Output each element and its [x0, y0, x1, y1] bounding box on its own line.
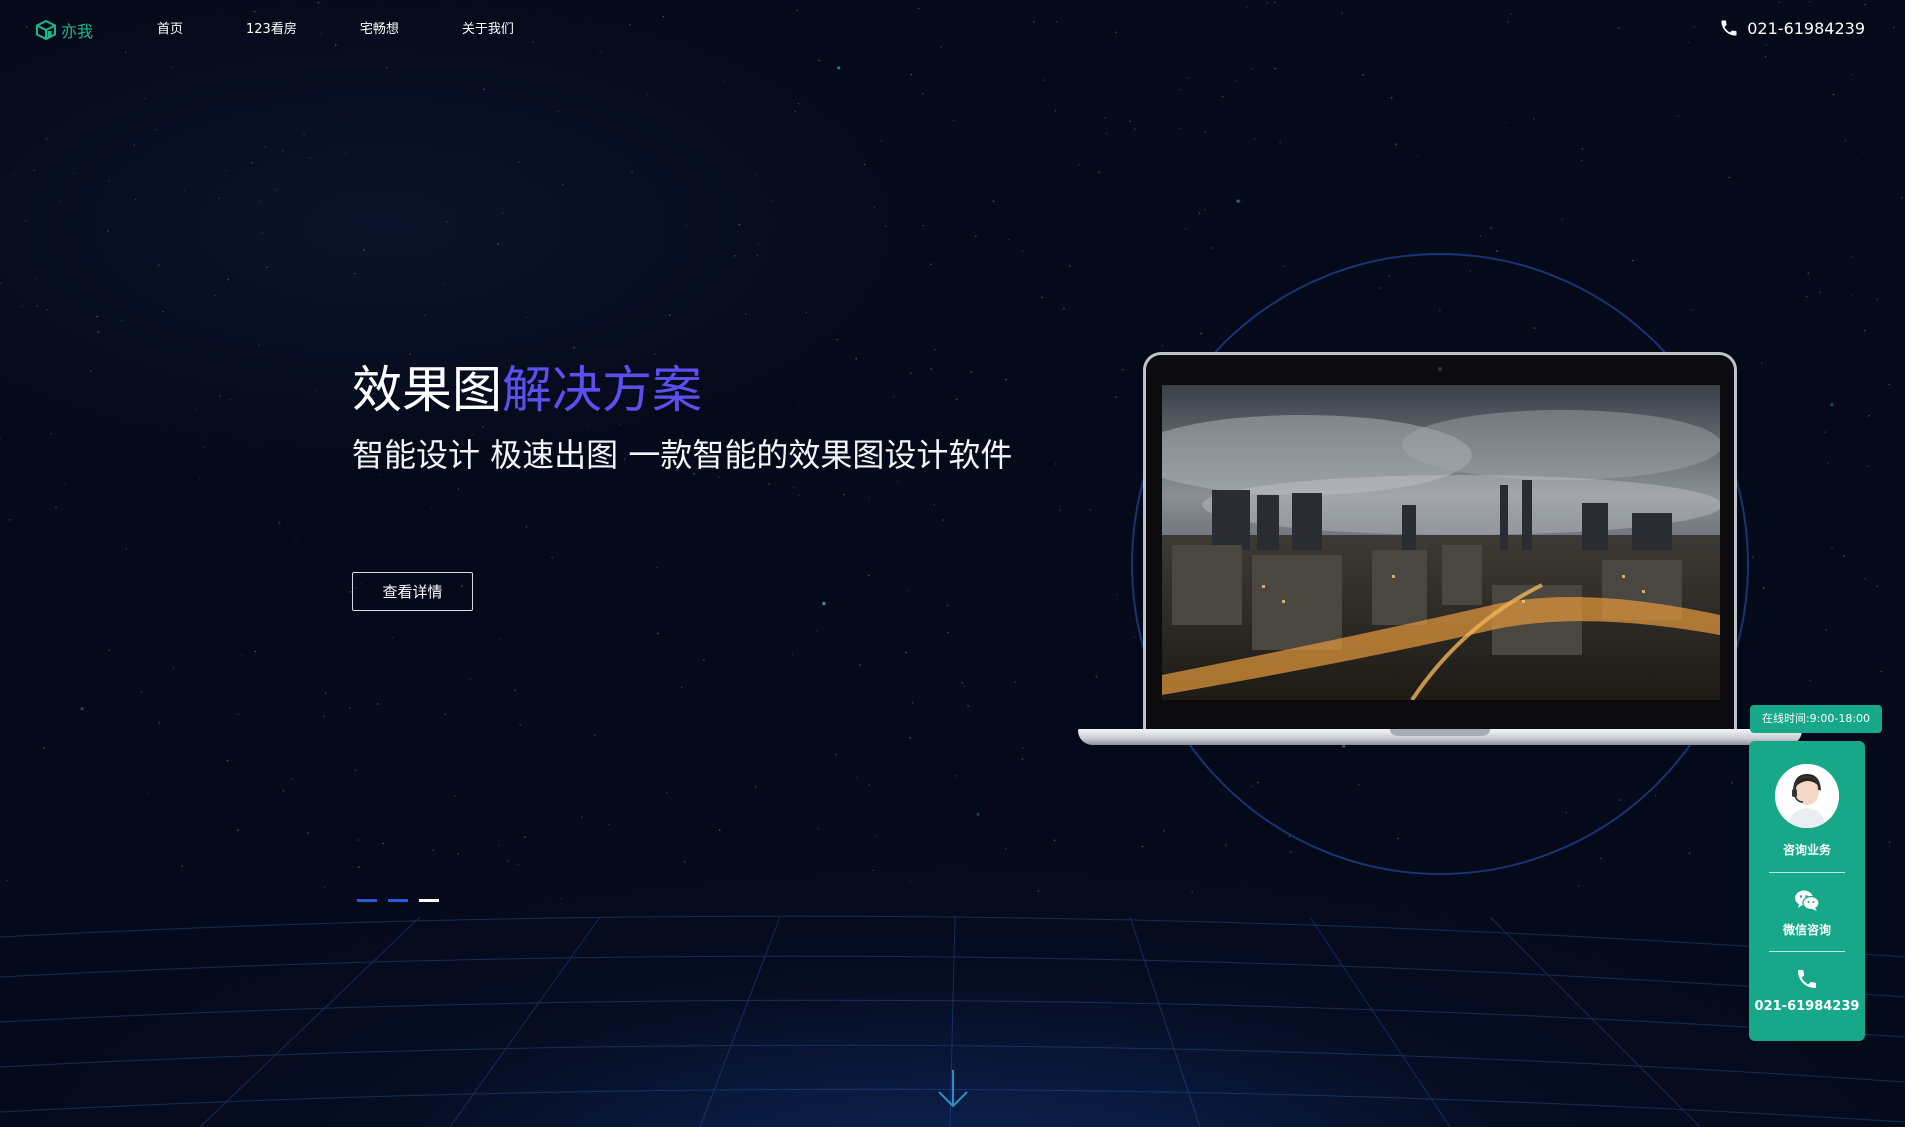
laptop-lid: [1143, 352, 1737, 732]
hero-title-main: 效果图: [352, 361, 502, 419]
laptop-camera: [1438, 367, 1442, 371]
cube-logo-icon: [36, 19, 56, 41]
laptop-mockup: [1075, 352, 1805, 752]
wechat-consult-label[interactable]: 微信咨询: [1749, 921, 1865, 938]
nav-phone-number: 021-61984239: [1747, 18, 1865, 38]
customer-service-panel: 咨询业务 微信咨询 021-61984239: [1749, 741, 1865, 1041]
brand-logo[interactable]: 亦我: [35, 17, 93, 43]
slide-indicator: [357, 899, 439, 902]
nav-phone[interactable]: 021-61984239: [1719, 18, 1865, 38]
brand-name: 亦我: [61, 22, 94, 41]
view-details-button[interactable]: 查看详情: [352, 572, 473, 611]
chevron-down-arrow-icon[interactable]: [935, 1068, 971, 1110]
service-divider: [1769, 951, 1845, 952]
phone-icon[interactable]: [1794, 967, 1820, 991]
wechat-icon[interactable]: [1794, 889, 1820, 913]
slide-dot-2[interactable]: [388, 899, 408, 902]
nav-item-123-viewing[interactable]: 123看房: [246, 20, 297, 40]
hero-title: 效果图解决方案: [352, 358, 702, 422]
nav-item-zhaichangxiang[interactable]: 宅畅想: [360, 20, 399, 40]
hero-title-highlight: 解决方案: [502, 361, 702, 419]
nav-item-home[interactable]: 首页: [157, 20, 183, 40]
top-nav: 亦我 首页 123看房 宅畅想 关于我们 021-61984239: [0, 0, 1905, 60]
nav-menu: 首页 123看房 宅畅想 关于我们: [157, 20, 577, 40]
customer-service-avatar[interactable]: [1775, 764, 1839, 828]
service-hours-badge: 在线时间:9:00-18:00: [1750, 705, 1882, 733]
laptop-notch: [1390, 729, 1490, 736]
service-divider: [1769, 872, 1845, 873]
service-phone-number[interactable]: 021-61984239: [1749, 999, 1865, 1014]
slide-dot-1[interactable]: [357, 899, 377, 902]
consult-business-label[interactable]: 咨询业务: [1749, 841, 1865, 858]
hero-subtitle: 智能设计 极速出图 一款智能的效果图设计软件: [352, 436, 1013, 474]
laptop-screen-city-image: [1162, 385, 1720, 700]
slide-dot-3[interactable]: [419, 899, 439, 902]
nav-item-about-us[interactable]: 关于我们: [462, 20, 514, 40]
phone-icon: [1721, 20, 1737, 36]
